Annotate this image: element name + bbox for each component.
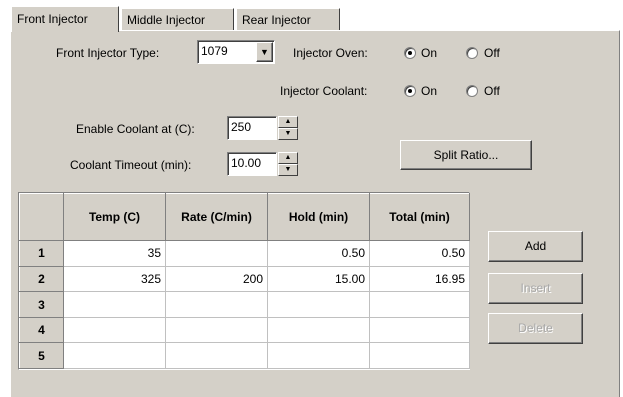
column-header: Hold (min)	[267, 192, 370, 242]
tab-label: Rear Injector	[242, 13, 311, 27]
temp-cell[interactable]	[63, 342, 166, 369]
rate-cell[interactable]	[165, 291, 268, 318]
injector-coolant-off-label: Off	[484, 84, 500, 98]
injector-type-select[interactable]: 1079 ▼	[197, 40, 275, 64]
radio-selected-dot	[408, 51, 412, 55]
injector-oven-off-label: Off	[484, 46, 500, 60]
hold-cell[interactable]	[267, 342, 370, 369]
tab-label: Middle Injector	[127, 13, 206, 27]
chevron-down-icon[interactable]: ▼	[256, 42, 273, 62]
table-row: 4	[19, 316, 470, 344]
rate-cell[interactable]	[165, 316, 268, 344]
injector-oven-on-radio[interactable]	[404, 47, 416, 59]
enable-coolant-input[interactable]: 250	[227, 116, 277, 140]
column-header: Rate (C/min)	[165, 192, 268, 242]
row-number: 1	[19, 240, 64, 267]
total-cell	[369, 291, 470, 318]
injector-coolant-off-radio[interactable]	[466, 85, 478, 97]
delete-button[interactable]: Delete	[488, 313, 583, 344]
injector-oven-on-label: On	[421, 46, 438, 60]
temp-cell[interactable]	[63, 291, 166, 318]
split-ratio-label: Split Ratio...	[433, 148, 499, 162]
tab-rear-injector[interactable]: Rear Injector	[236, 8, 340, 30]
table-header-row: Temp (C) Rate (C/min) Hold (min) Total (…	[19, 192, 470, 242]
arrow-down-icon[interactable]: ▼	[278, 164, 298, 176]
total-cell	[369, 316, 470, 344]
arrow-up-icon[interactable]: ▲	[278, 116, 298, 128]
tab-label: Front Injector	[17, 12, 88, 26]
coolant-timeout-value: 10.00	[231, 156, 262, 170]
injector-type-value: 1079	[201, 44, 228, 58]
add-label: Add	[524, 239, 547, 253]
hold-cell[interactable]	[267, 291, 370, 318]
temp-cell[interactable]: 325	[63, 265, 166, 293]
injector-coolant-on-radio[interactable]	[404, 85, 416, 97]
hold-cell[interactable]: 0.50	[267, 240, 370, 267]
hold-cell[interactable]: 15.00	[267, 265, 370, 293]
row-number: 5	[19, 342, 64, 369]
rate-cell[interactable]	[165, 342, 268, 369]
split-ratio-button[interactable]: Split Ratio...	[400, 140, 532, 170]
insert-button[interactable]: Insert	[488, 273, 583, 304]
column-header: Total (min)	[369, 192, 470, 242]
temp-cell[interactable]	[63, 316, 166, 344]
total-cell: 16.95	[369, 265, 470, 293]
column-header: Temp (C)	[63, 192, 166, 242]
row-number: 2	[19, 265, 64, 293]
coolant-timeout-input[interactable]: 10.00	[227, 152, 277, 176]
injector-oven-off-radio[interactable]	[466, 47, 478, 59]
arrow-down-icon[interactable]: ▼	[278, 128, 298, 140]
injector-type-label: Front Injector Type:	[56, 46, 160, 60]
row-number: 4	[19, 316, 64, 344]
hold-cell[interactable]	[267, 316, 370, 344]
injector-oven-label: Injector Oven:	[293, 46, 368, 60]
table-row: 1 35 0.50 0.50	[19, 240, 470, 267]
rate-cell[interactable]: 200	[165, 265, 268, 293]
rate-cell[interactable]	[165, 240, 268, 267]
injector-coolant-label: Injector Coolant:	[280, 84, 368, 98]
add-button[interactable]: Add	[488, 231, 583, 262]
tab-middle-injector[interactable]: Middle Injector	[121, 8, 234, 30]
coolant-timeout-label: Coolant Timeout (min):	[70, 158, 192, 172]
enable-coolant-value: 250	[231, 120, 252, 134]
temp-cell[interactable]: 35	[63, 240, 166, 267]
radio-selected-dot	[408, 89, 412, 93]
tab-front-injector[interactable]: Front Injector	[11, 6, 119, 32]
delete-label: Delete	[518, 321, 553, 335]
enable-coolant-label: Enable Coolant at (C):	[76, 122, 195, 136]
column-header	[19, 192, 64, 242]
total-cell: 0.50	[369, 240, 470, 267]
injector-coolant-on-label: On	[421, 84, 438, 98]
table-row: 2 325 200 15.00 16.95	[19, 265, 470, 293]
coolant-timeout-spinner[interactable]: ▲ ▼	[278, 152, 298, 176]
table-row: 3	[19, 291, 470, 318]
table-row: 5	[19, 342, 470, 369]
arrow-up-icon[interactable]: ▲	[278, 152, 298, 164]
enable-coolant-spinner[interactable]: ▲ ▼	[278, 116, 298, 140]
total-cell	[369, 342, 470, 369]
temperature-program-table: Temp (C) Rate (C/min) Hold (min) Total (…	[18, 192, 470, 370]
insert-label: Insert	[520, 281, 551, 295]
row-number: 3	[19, 291, 64, 318]
